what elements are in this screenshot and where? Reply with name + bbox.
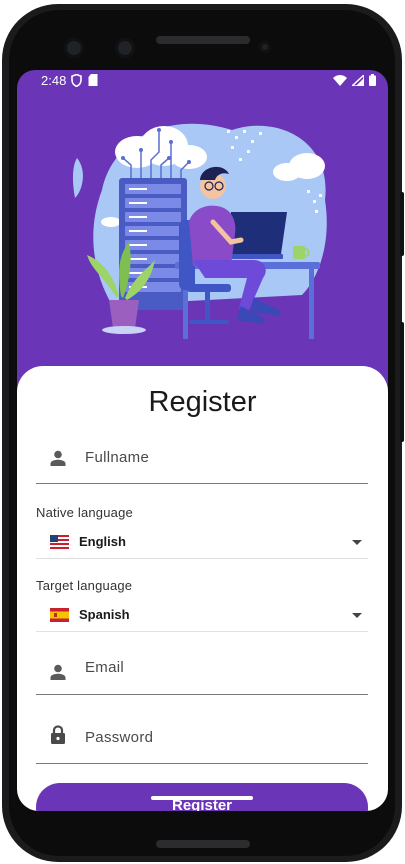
email-placeholder: Email: [85, 659, 125, 676]
fullname-underline: [36, 483, 368, 484]
password-placeholder: Password: [85, 729, 154, 746]
dropdown-caret-icon: [352, 613, 362, 618]
status-bar: 2:48: [17, 70, 388, 92]
bottom-speaker: [156, 840, 250, 848]
proximity-sensor-icon: [259, 41, 271, 53]
email-underline: [36, 694, 368, 695]
person-icon: [50, 664, 66, 680]
dropdown-caret-icon: [352, 540, 362, 545]
power-button: [400, 192, 404, 256]
gesture-home-bar[interactable]: [151, 796, 253, 800]
target-language-label: Target language: [36, 578, 133, 593]
page-title: Register: [148, 386, 257, 418]
us-flag-icon: [50, 535, 69, 549]
person-icon: [50, 450, 66, 466]
native-language-divider: [36, 558, 368, 559]
volume-button: [400, 322, 404, 442]
spain-flag-icon: [50, 608, 69, 622]
password-field[interactable]: Password: [36, 718, 368, 764]
earpiece-speaker: [156, 36, 250, 44]
front-camera-icon: [64, 38, 84, 58]
sd-card-icon: [88, 74, 98, 86]
register-card: Register Fullname Native language Englis…: [17, 366, 388, 811]
app-screen: 2:48 Register Fullname Native language E…: [17, 70, 388, 811]
target-language-divider: [36, 631, 368, 632]
sensor-icon: [115, 38, 135, 58]
wifi-icon: [333, 74, 347, 86]
battery-icon: [369, 74, 376, 86]
password-underline: [36, 763, 368, 764]
status-time: 2:48: [41, 73, 67, 88]
lock-icon: [51, 725, 65, 744]
shield-icon: [71, 74, 82, 87]
fullname-placeholder: Fullname: [85, 449, 150, 466]
native-language-label: Native language: [36, 505, 133, 520]
fullname-field[interactable]: Fullname: [36, 436, 368, 484]
hero-illustration: [72, 123, 327, 339]
target-language-dropdown[interactable]: Spanish: [36, 598, 368, 632]
email-field[interactable]: Email: [36, 648, 368, 695]
signal-icon: [352, 74, 364, 86]
native-language-dropdown[interactable]: English: [36, 525, 368, 559]
native-language-value: English: [79, 534, 126, 549]
target-language-value: Spanish: [79, 607, 130, 622]
